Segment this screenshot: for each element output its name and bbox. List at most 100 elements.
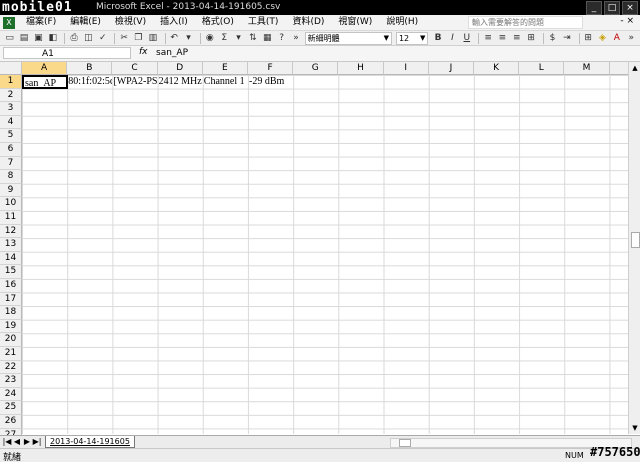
column-header-m[interactable]: M: [564, 62, 610, 75]
row-header-10[interactable]: 10: [0, 197, 22, 211]
row-header-15[interactable]: 15: [0, 265, 22, 279]
menu-edit[interactable]: 編輯(E): [63, 15, 108, 30]
row-header-8[interactable]: 8: [0, 170, 22, 184]
prev-sheet-icon[interactable]: ◀: [12, 436, 22, 448]
align-center-icon[interactable]: ≡: [497, 33, 508, 44]
last-sheet-icon[interactable]: ▶|: [32, 436, 42, 448]
help-question-input[interactable]: 輸入需要解答的問題: [468, 16, 583, 29]
paste-icon[interactable]: ▥: [147, 33, 158, 44]
maximize-button[interactable]: □: [604, 1, 620, 15]
column-header-e[interactable]: E: [202, 62, 248, 75]
vertical-scrollbar[interactable]: ▲ ▼: [628, 62, 640, 434]
close-button[interactable]: ×: [622, 1, 638, 15]
borders-icon[interactable]: ⊞: [582, 33, 593, 44]
italic-button[interactable]: I: [447, 33, 458, 44]
spelling-icon[interactable]: ✓: [97, 33, 108, 44]
row-header-23[interactable]: 23: [0, 374, 22, 388]
column-header-i[interactable]: I: [383, 62, 429, 75]
undo-dropdown-icon[interactable]: ▾: [183, 33, 194, 44]
scroll-down-icon[interactable]: ▼: [629, 422, 640, 434]
cell-f1[interactable]: -29 dBm: [248, 75, 308, 89]
column-header-j[interactable]: J: [428, 62, 474, 75]
horizontal-scroll-thumb[interactable]: [399, 439, 411, 447]
row-header-6[interactable]: 6: [0, 143, 22, 157]
autosum-dropdown-icon[interactable]: ▾: [233, 33, 244, 44]
row-header-13[interactable]: 13: [0, 238, 22, 252]
cell-b1[interactable]: 80:1f:02:5c: [67, 75, 112, 89]
cell-area[interactable]: san_AP 80:1f:02:5c [WPA2-PS 2412 MHz Cha…: [22, 75, 628, 434]
row-header-2[interactable]: 2: [0, 88, 22, 103]
bold-button[interactable]: B: [432, 33, 443, 44]
formula-input[interactable]: san_AP: [156, 47, 188, 59]
row-header-17[interactable]: 17: [0, 292, 22, 307]
toolbar-options-icon[interactable]: »: [626, 33, 637, 44]
column-header-b[interactable]: B: [67, 62, 113, 75]
row-header-7[interactable]: 7: [0, 156, 22, 171]
cell-a1[interactable]: san_AP: [22, 75, 68, 89]
row-header-26[interactable]: 26: [0, 415, 22, 429]
new-file-icon[interactable]: ▭: [4, 33, 15, 44]
cell-d1[interactable]: 2412 MHz: [158, 75, 203, 89]
row-header-12[interactable]: 12: [0, 224, 22, 239]
menu-format[interactable]: 格式(O): [195, 15, 241, 30]
column-header-a[interactable]: A: [22, 62, 68, 75]
merge-center-icon[interactable]: ⊞: [525, 33, 536, 44]
row-header-1[interactable]: 1: [0, 75, 22, 89]
first-sheet-icon[interactable]: |◀: [2, 436, 12, 448]
align-left-icon[interactable]: ≡: [482, 33, 493, 44]
toolbar-options-icon[interactable]: »: [290, 33, 301, 44]
menu-data[interactable]: 資料(D): [285, 15, 331, 30]
function-icon[interactable]: fx: [139, 47, 148, 57]
font-name-select[interactable]: 新細明體 ▼: [304, 31, 392, 45]
font-color-icon[interactable]: A: [611, 33, 622, 44]
menu-insert[interactable]: 插入(I): [153, 15, 195, 30]
column-header-c[interactable]: C: [112, 62, 158, 75]
column-header-k[interactable]: K: [474, 62, 520, 75]
scroll-up-icon[interactable]: ▲: [629, 62, 640, 74]
autosum-icon[interactable]: Σ: [218, 33, 229, 44]
sheet-tab[interactable]: 2013-04-14-191605: [45, 436, 135, 448]
menu-help[interactable]: 說明(H): [379, 15, 425, 30]
sort-ascending-icon[interactable]: ⇅: [247, 33, 258, 44]
align-right-icon[interactable]: ≡: [511, 33, 522, 44]
row-header-4[interactable]: 4: [0, 115, 22, 130]
row-header-11[interactable]: 11: [0, 211, 22, 225]
cell-e1[interactable]: Channel 1: [203, 75, 248, 89]
row-header-9[interactable]: 9: [0, 183, 22, 198]
row-header-18[interactable]: 18: [0, 306, 22, 320]
select-all-corner[interactable]: [0, 62, 22, 75]
menu-window[interactable]: 視窗(W): [331, 15, 379, 30]
row-header-16[interactable]: 16: [0, 279, 22, 293]
column-header-f[interactable]: F: [248, 62, 294, 75]
font-size-select[interactable]: 12 ▼: [395, 31, 429, 45]
next-sheet-icon[interactable]: ▶: [22, 436, 32, 448]
row-header-19[interactable]: 19: [0, 319, 22, 334]
save-icon[interactable]: ▣: [33, 33, 44, 44]
permission-icon[interactable]: ◧: [47, 33, 58, 44]
column-header-l[interactable]: L: [519, 62, 565, 75]
hyperlink-icon[interactable]: ◉: [204, 33, 215, 44]
column-header-d[interactable]: D: [157, 62, 203, 75]
row-header-5[interactable]: 5: [0, 129, 22, 143]
vertical-scroll-thumb[interactable]: [631, 232, 640, 248]
undo-icon[interactable]: ↶: [168, 33, 179, 44]
document-close-controls[interactable]: - ×: [620, 16, 634, 26]
excel-app-icon[interactable]: X: [3, 16, 15, 29]
print-icon[interactable]: ⎙: [68, 33, 79, 44]
row-header-24[interactable]: 24: [0, 387, 22, 402]
row-header-14[interactable]: 14: [0, 251, 22, 266]
row-header-20[interactable]: 20: [0, 333, 22, 347]
menu-view[interactable]: 檢視(V): [108, 15, 153, 30]
menu-file[interactable]: 檔案(F): [19, 15, 63, 30]
currency-button[interactable]: $: [547, 33, 558, 44]
name-box[interactable]: A1: [3, 47, 131, 59]
column-header-g[interactable]: G: [293, 62, 339, 75]
fill-color-icon[interactable]: ◈: [597, 33, 608, 44]
indent-icon[interactable]: ⇥: [561, 33, 572, 44]
cut-icon[interactable]: ✂: [118, 33, 129, 44]
column-header-h[interactable]: H: [338, 62, 384, 75]
print-preview-icon[interactable]: ◫: [83, 33, 94, 44]
chart-wizard-icon[interactable]: ▦: [262, 33, 273, 44]
row-header-25[interactable]: 25: [0, 401, 22, 415]
cell-c1[interactable]: [WPA2-PS: [112, 75, 157, 89]
